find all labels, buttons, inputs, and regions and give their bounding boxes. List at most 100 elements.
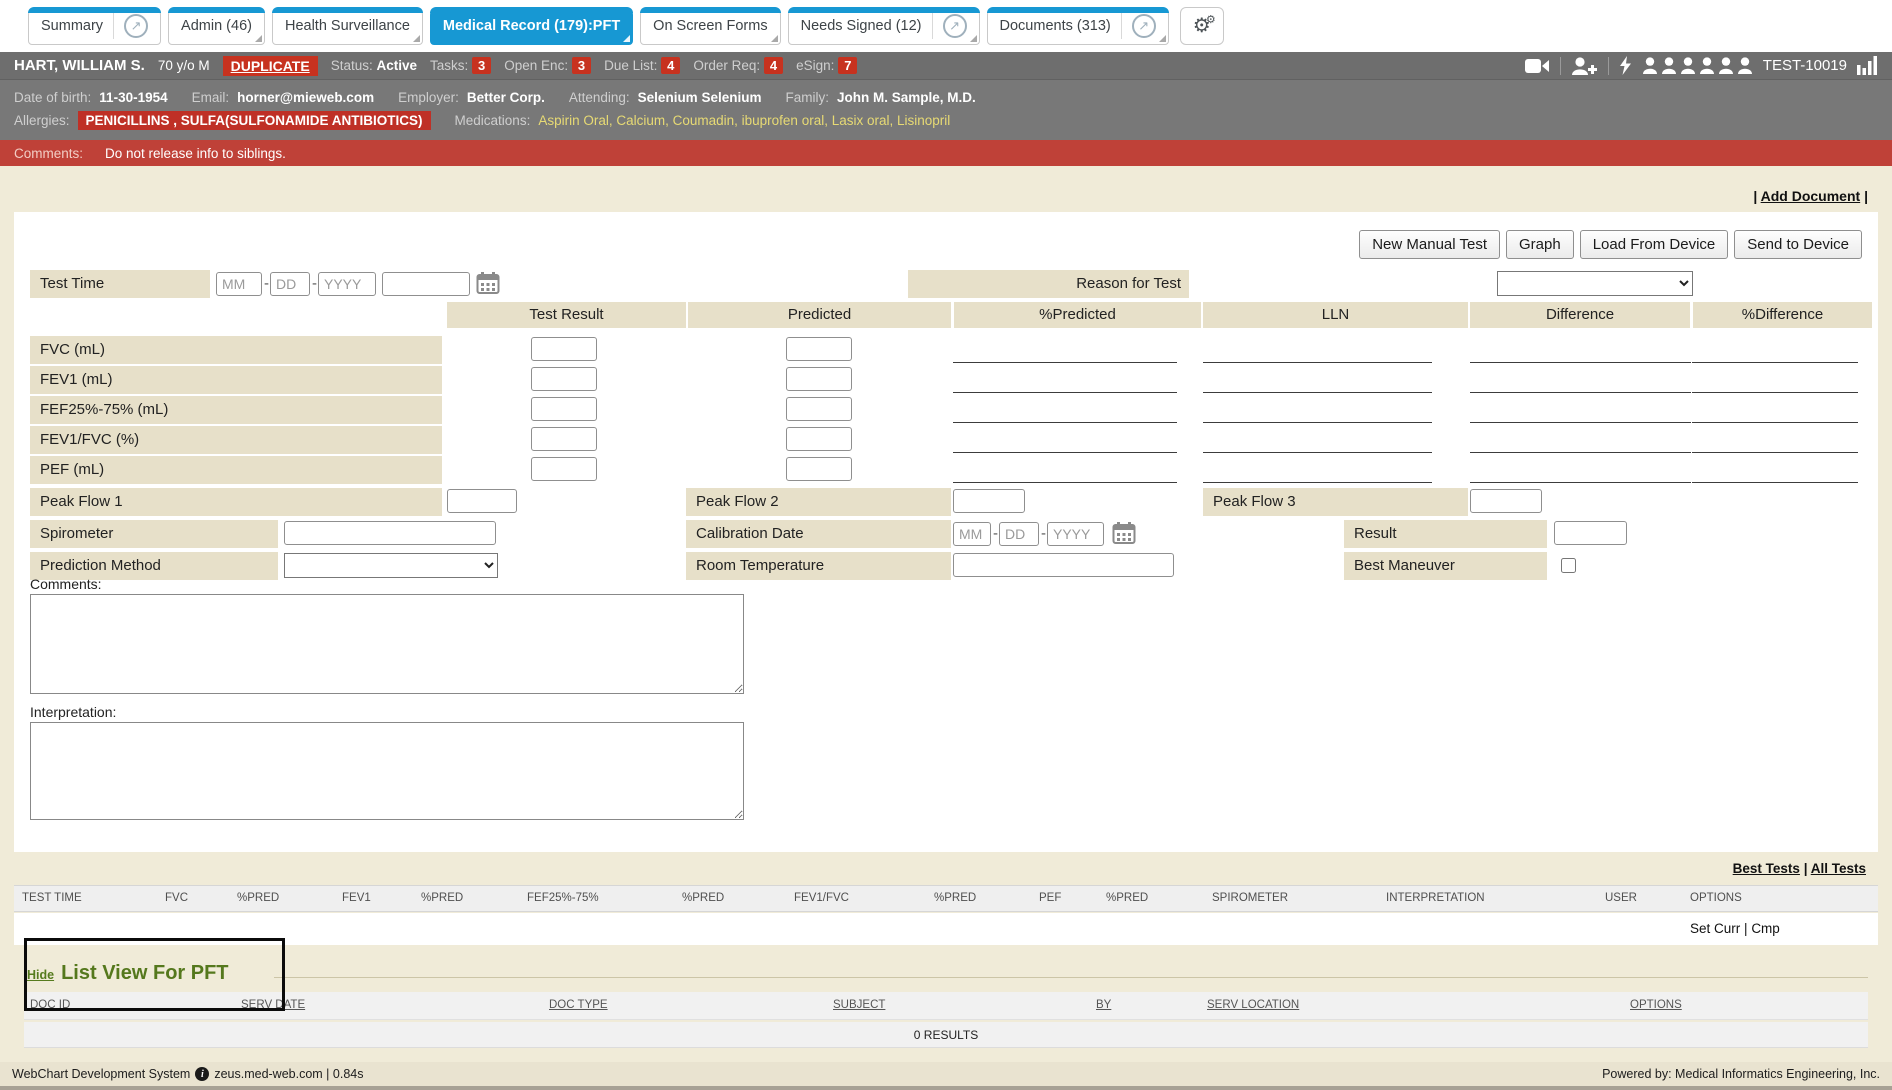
- set-curr-link[interactable]: Set Curr: [1690, 921, 1740, 936]
- column-header-lln: LLN: [1203, 302, 1468, 328]
- test-time-day-input[interactable]: [270, 272, 310, 296]
- new-manual-test-button[interactable]: New Manual Test: [1359, 230, 1500, 259]
- person-icon[interactable]: [1699, 57, 1715, 74]
- tasks-count-badge[interactable]: 3: [472, 57, 491, 74]
- tab-divider: [1121, 13, 1122, 39]
- spirometer-input[interactable]: [284, 521, 496, 545]
- pipe: |: [1744, 921, 1748, 936]
- tab-medical-record[interactable]: Medical Record (179):PFT: [430, 7, 633, 45]
- peak-flow-3-input[interactable]: [1470, 489, 1542, 513]
- allergies-label: Allergies:: [14, 113, 70, 128]
- fev1-fvc-test-result-input[interactable]: [531, 427, 597, 451]
- allergies-value[interactable]: PENICILLINS , SULFA(SULFONAMIDE ANTIBIOT…: [78, 111, 431, 130]
- attending-value: Selenium Selenium: [638, 90, 762, 105]
- bar-chart-icon[interactable]: [1857, 56, 1878, 75]
- cmp-link[interactable]: Cmp: [1751, 921, 1780, 936]
- lightning-bolt-icon[interactable]: [1619, 56, 1632, 75]
- person-icon[interactable]: [1718, 57, 1734, 74]
- settings-gears-icon[interactable]: ⚙⚙: [1180, 7, 1224, 45]
- popout-icon[interactable]: ↗: [943, 14, 967, 38]
- tab-divider: [932, 13, 933, 39]
- family-value: John M. Sample, M.D.: [837, 90, 976, 105]
- person-icon[interactable]: [1737, 57, 1753, 74]
- calibration-month-input[interactable]: [953, 522, 991, 546]
- calibration-date-label: Calibration Date: [686, 520, 951, 548]
- person-icon[interactable]: [1661, 57, 1677, 74]
- popout-icon[interactable]: ↗: [1132, 14, 1156, 38]
- add-person-icon[interactable]: [1571, 57, 1598, 75]
- interpretation-label: Interpretation:: [30, 704, 116, 720]
- results-header-fev1-fvc: FEV1/FVC: [794, 892, 849, 904]
- add-document-link[interactable]: Add Document: [1761, 188, 1861, 204]
- test-time-time-input[interactable]: [382, 272, 470, 296]
- results-actions-row: Set Curr | Cmp: [14, 913, 1878, 945]
- calibration-day-input[interactable]: [999, 522, 1039, 546]
- pef-test-result-input[interactable]: [531, 457, 597, 481]
- peak-flow-3-label: Peak Flow 3: [1203, 488, 1468, 516]
- fev1-fvc-predicted-input[interactable]: [786, 427, 852, 451]
- fev1-predicted-input[interactable]: [786, 367, 852, 391]
- order-req-count-badge[interactable]: 4: [764, 57, 783, 74]
- open-enc-count-badge[interactable]: 3: [572, 57, 591, 74]
- due-list-count-badge[interactable]: 4: [661, 57, 680, 74]
- fvc-test-result-input[interactable]: [531, 337, 597, 361]
- medications-value[interactable]: Aspirin Oral, Calcium, Coumadin, ibuprof…: [538, 113, 950, 128]
- fev1-difference-field: [1470, 392, 1691, 393]
- fvc-predicted-input[interactable]: [786, 337, 852, 361]
- prediction-method-select[interactable]: [284, 553, 498, 578]
- family-label: Family:: [785, 90, 829, 105]
- room-temperature-input[interactable]: [953, 553, 1174, 577]
- tab-label: Medical Record (179):PFT: [443, 18, 620, 34]
- tab-on-screen-forms[interactable]: On Screen Forms: [640, 7, 780, 45]
- comments-value: Do not release info to siblings.: [105, 146, 286, 161]
- tab-documents[interactable]: Documents (313) ↗: [987, 7, 1169, 45]
- person-icon[interactable]: [1680, 57, 1696, 74]
- esign-count-badge[interactable]: 7: [838, 57, 857, 74]
- footer-system-name: WebChart Development System: [12, 1067, 190, 1081]
- footer-powered-by: Powered by: Medical Informatics Engineer…: [1602, 1067, 1880, 1081]
- calendar-icon[interactable]: [1112, 521, 1136, 545]
- fev1-test-result-input[interactable]: [531, 367, 597, 391]
- send-to-device-button[interactable]: Send to Device: [1734, 230, 1862, 259]
- calibration-year-input[interactable]: [1047, 522, 1104, 546]
- doc-header-serv-location[interactable]: SERV LOCATION: [1207, 999, 1299, 1011]
- tab-label: Documents (313): [1000, 18, 1111, 34]
- tab-needs-signed[interactable]: Needs Signed (12) ↗: [788, 7, 980, 45]
- info-icon[interactable]: i: [195, 1067, 209, 1081]
- doc-header-subject[interactable]: SUBJECT: [833, 999, 885, 1011]
- patient-header-row-3: Allergies: PENICILLINS , SULFA(SULFONAMI…: [0, 109, 1892, 132]
- fef-predicted-input[interactable]: [786, 397, 852, 421]
- load-from-device-button[interactable]: Load From Device: [1580, 230, 1729, 259]
- doc-header-doc-type[interactable]: DOC TYPE: [549, 999, 608, 1011]
- doc-header-by[interactable]: BY: [1096, 999, 1111, 1011]
- add-document-row: | Add Document |: [1753, 188, 1868, 204]
- result-input[interactable]: [1554, 521, 1627, 545]
- form-comments-textarea[interactable]: [30, 594, 744, 694]
- open-enc-label: Open Enc:: [504, 58, 568, 73]
- pipe: |: [1753, 188, 1757, 204]
- video-camera-icon[interactable]: [1525, 58, 1550, 74]
- tab-health-surveillance[interactable]: Health Surveillance: [272, 7, 423, 45]
- peak-flow-2-input[interactable]: [953, 489, 1025, 513]
- person-icon[interactable]: [1642, 57, 1658, 74]
- duplicate-flag[interactable]: DUPLICATE: [223, 56, 318, 76]
- calendar-icon[interactable]: [476, 271, 500, 295]
- tab-summary[interactable]: Summary ↗: [28, 7, 161, 45]
- best-tests-link[interactable]: Best Tests: [1733, 861, 1800, 876]
- popout-icon[interactable]: ↗: [124, 14, 148, 38]
- tab-admin[interactable]: Admin (46): [168, 7, 265, 45]
- pef-predicted-input[interactable]: [786, 457, 852, 481]
- test-time-year-input[interactable]: [318, 272, 376, 296]
- reason-for-test-select[interactable]: [1497, 271, 1693, 296]
- peak-flow-1-input[interactable]: [447, 489, 517, 513]
- best-maneuver-checkbox[interactable]: [1561, 558, 1576, 573]
- tab-label: Summary: [41, 18, 103, 34]
- results-header-spirometer: SPIROMETER: [1212, 892, 1288, 904]
- doc-header-options[interactable]: OPTIONS: [1630, 999, 1682, 1011]
- interpretation-textarea[interactable]: [30, 722, 744, 820]
- test-time-month-input[interactable]: [216, 272, 262, 296]
- all-tests-link[interactable]: All Tests: [1811, 861, 1866, 876]
- tab-label: Health Surveillance: [285, 18, 410, 34]
- graph-button[interactable]: Graph: [1506, 230, 1574, 259]
- fef-test-result-input[interactable]: [531, 397, 597, 421]
